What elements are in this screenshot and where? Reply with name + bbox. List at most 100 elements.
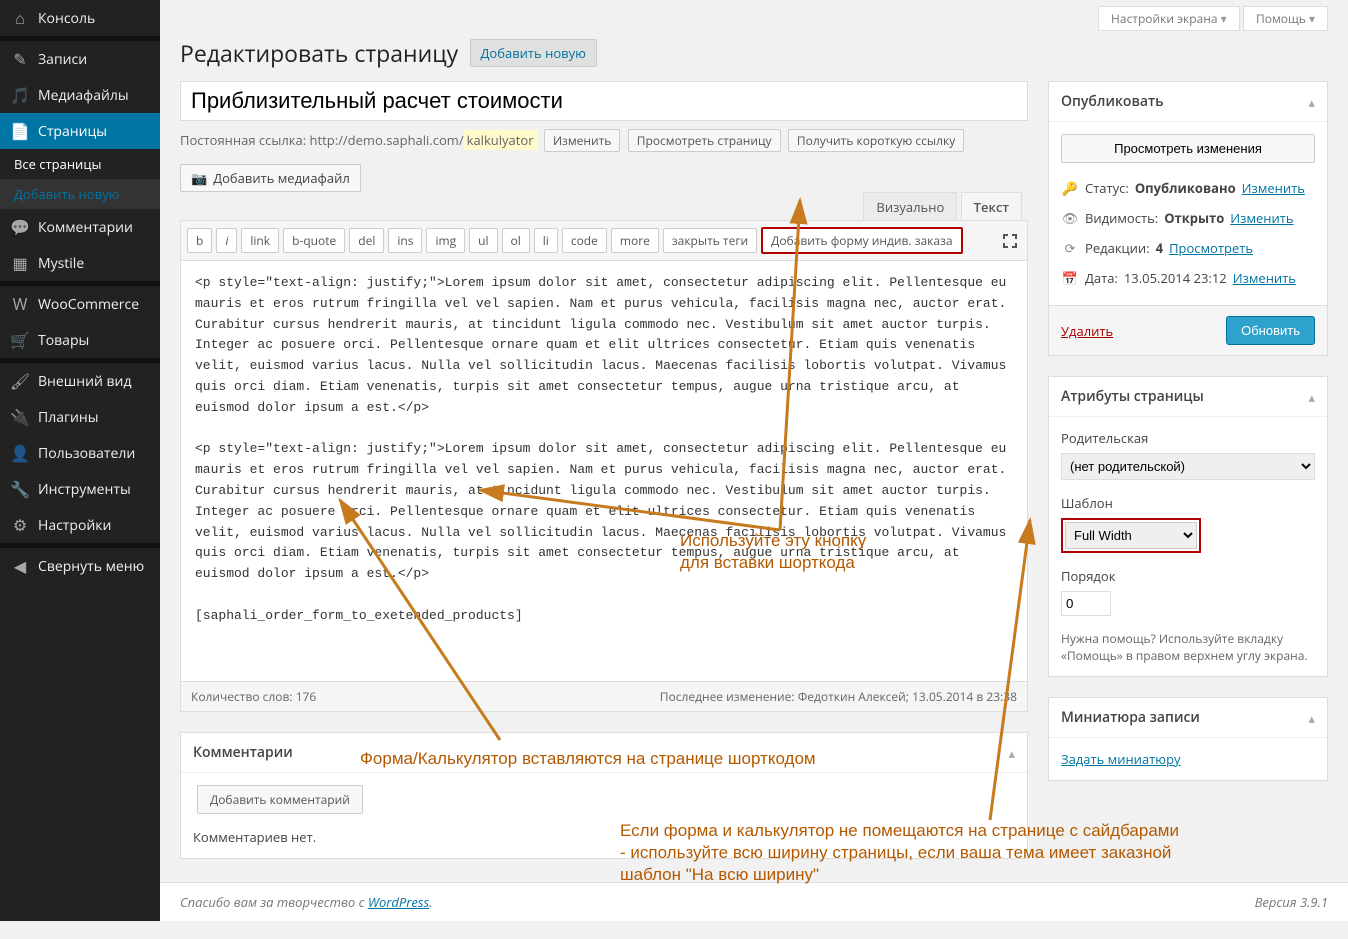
settings-icon: ⚙	[10, 515, 30, 535]
permalink-slug: kalkulyator	[464, 130, 537, 150]
qt-bquote[interactable]: b-quote	[283, 228, 345, 253]
menu-products[interactable]: 🛒Товары	[0, 322, 160, 358]
appearance-icon: 🖌	[10, 371, 30, 391]
add-media-button[interactable]: 📷 Добавить медиафайл	[180, 164, 361, 192]
menu-comments[interactable]: 💬Комментарии	[0, 209, 160, 245]
submenu-add-page[interactable]: Добавить новую	[0, 179, 160, 209]
tab-visual[interactable]: Визуально	[863, 192, 957, 221]
set-thumbnail-link[interactable]: Задать миниатюру	[1061, 750, 1181, 768]
menu-media[interactable]: 🎵Медиафайлы	[0, 77, 160, 113]
media-icon: 🎵	[10, 85, 30, 105]
qt-more[interactable]: more	[611, 228, 659, 253]
menu-collapse[interactable]: ◀Свернуть меню	[0, 548, 160, 584]
revisions-icon: ⟳	[1061, 239, 1079, 257]
screen-options-button[interactable]: Настройки экрана	[1098, 6, 1240, 31]
plugins-icon: 🔌	[10, 407, 30, 427]
template-select[interactable]: Full Width	[1065, 522, 1197, 549]
delete-link[interactable]: Удалить	[1061, 322, 1113, 340]
qt-del[interactable]: del	[349, 228, 384, 253]
page-attributes-box: Атрибуты страницы ▴ Родительская (нет ро…	[1048, 376, 1328, 677]
edit-visibility-link[interactable]: Изменить	[1230, 209, 1293, 227]
submenu-all-pages[interactable]: Все страницы	[0, 149, 160, 179]
preview-changes-button[interactable]: Просмотреть изменения	[1061, 134, 1315, 163]
editor-textarea[interactable]: <p style="text-align: justify;">Lorem ip…	[181, 261, 1027, 681]
chevron-up-icon[interactable]: ▴	[1008, 744, 1015, 762]
qt-ol[interactable]: ol	[502, 228, 530, 253]
qt-link[interactable]: link	[241, 228, 279, 253]
admin-sidebar: ⌂Консоль ✎Записи 🎵Медиафайлы 📄Страницы В…	[0, 0, 160, 921]
add-comment-button[interactable]: Добавить комментарий	[197, 785, 363, 814]
menu-posts[interactable]: ✎Записи	[0, 41, 160, 77]
update-button[interactable]: Обновить	[1226, 316, 1315, 345]
menu-pages[interactable]: 📄Страницы	[0, 113, 160, 149]
qt-close-tags[interactable]: закрыть теги	[663, 228, 757, 253]
fullscreen-button[interactable]	[999, 230, 1021, 252]
wordpress-link[interactable]: WordPress	[368, 893, 429, 911]
collapse-icon: ◀	[10, 556, 30, 576]
chevron-up-icon[interactable]: ▴	[1308, 388, 1315, 406]
qt-add-order-form[interactable]: Добавить форму индив. заказа	[761, 227, 962, 254]
tab-text[interactable]: Текст	[961, 192, 1022, 222]
editor-tabs: Визуально Текст	[863, 192, 1022, 222]
qt-img[interactable]: img	[426, 228, 465, 253]
camera-icon: 📷	[191, 169, 207, 187]
template-label: Шаблон	[1061, 494, 1315, 512]
menu-plugins[interactable]: 🔌Плагины	[0, 399, 160, 435]
edit-status-link[interactable]: Изменить	[1242, 179, 1305, 197]
tools-icon: 🔧	[10, 479, 30, 499]
quicktags-toolbar: b i link b-quote del ins img ul ol li co…	[181, 221, 1027, 261]
qt-code[interactable]: code	[562, 228, 607, 253]
version-text: Версия 3.9.1	[1255, 893, 1328, 911]
order-label: Порядок	[1061, 567, 1315, 585]
theme-icon: ▦	[10, 253, 30, 273]
qt-ul[interactable]: ul	[469, 228, 497, 253]
users-icon: 👤	[10, 443, 30, 463]
parent-select[interactable]: (нет родительской)	[1061, 453, 1315, 480]
menu-dashboard[interactable]: ⌂Консоль	[0, 0, 160, 36]
chevron-up-icon[interactable]: ▴	[1308, 709, 1315, 727]
products-icon: 🛒	[10, 330, 30, 350]
key-icon: 🔑	[1061, 179, 1079, 197]
menu-tools[interactable]: 🔧Инструменты	[0, 471, 160, 507]
qt-b[interactable]: b	[187, 228, 212, 253]
qt-ins[interactable]: ins	[388, 228, 422, 253]
comment-icon: 💬	[10, 217, 30, 237]
help-button[interactable]: Помощь	[1243, 6, 1328, 31]
publish-title: Опубликовать	[1061, 92, 1164, 111]
qt-i[interactable]: i	[216, 228, 237, 253]
eye-icon: 👁	[1061, 209, 1079, 227]
comments-title: Комментарии	[193, 743, 293, 762]
qt-li[interactable]: li	[534, 228, 558, 253]
parent-label: Родительская	[1061, 429, 1315, 447]
woo-icon: W	[10, 294, 30, 314]
add-new-page-button[interactable]: Добавить новую	[470, 39, 597, 67]
menu-mystile[interactable]: ▦Mystile	[0, 245, 160, 281]
get-shortlink-button[interactable]: Получить короткую ссылку	[788, 129, 964, 152]
template-select-highlight: Full Width	[1061, 518, 1201, 553]
edit-date-link[interactable]: Изменить	[1233, 269, 1296, 287]
thumbnail-box: Миниатюра записи ▴ Задать миниатюру	[1048, 697, 1328, 781]
screen-meta: Настройки экрана Помощь	[180, 0, 1328, 37]
menu-users[interactable]: 👤Пользователи	[0, 435, 160, 471]
attributes-help: Нужна помощь? Используйте вкладку «Помощ…	[1061, 630, 1315, 664]
calendar-icon: 📅	[1061, 269, 1079, 287]
menu-woocommerce[interactable]: WWooCommerce	[0, 286, 160, 322]
comments-postbox: Комментарии ▴ Добавить комментарий Комме…	[180, 732, 1028, 859]
publish-box: Опубликовать ▴ Просмотреть изменения 🔑Ст…	[1048, 81, 1328, 356]
menu-settings[interactable]: ⚙Настройки	[0, 507, 160, 543]
pin-icon: ✎	[10, 49, 30, 69]
page-icon: 📄	[10, 121, 30, 141]
menu-appearance[interactable]: 🖌Внешний вид	[0, 363, 160, 399]
view-page-button[interactable]: Просмотреть страницу	[628, 129, 781, 152]
order-input[interactable]	[1061, 591, 1111, 616]
admin-footer: Спасибо вам за творчество с WordPress. В…	[160, 882, 1348, 921]
post-title-input[interactable]	[180, 81, 1028, 121]
attributes-title: Атрибуты страницы	[1061, 387, 1204, 406]
edit-slug-button[interactable]: Изменить	[544, 129, 620, 152]
dashboard-icon: ⌂	[10, 8, 30, 28]
browse-revisions-link[interactable]: Просмотреть	[1169, 239, 1253, 257]
editor-status-bar: Количество слов: 176 Последнее изменение…	[181, 681, 1027, 711]
chevron-up-icon[interactable]: ▴	[1308, 93, 1315, 111]
thumbnail-title: Миниатюра записи	[1061, 708, 1200, 727]
permalink-row: Постоянная ссылка: http://demo.saphali.c…	[180, 129, 1028, 152]
